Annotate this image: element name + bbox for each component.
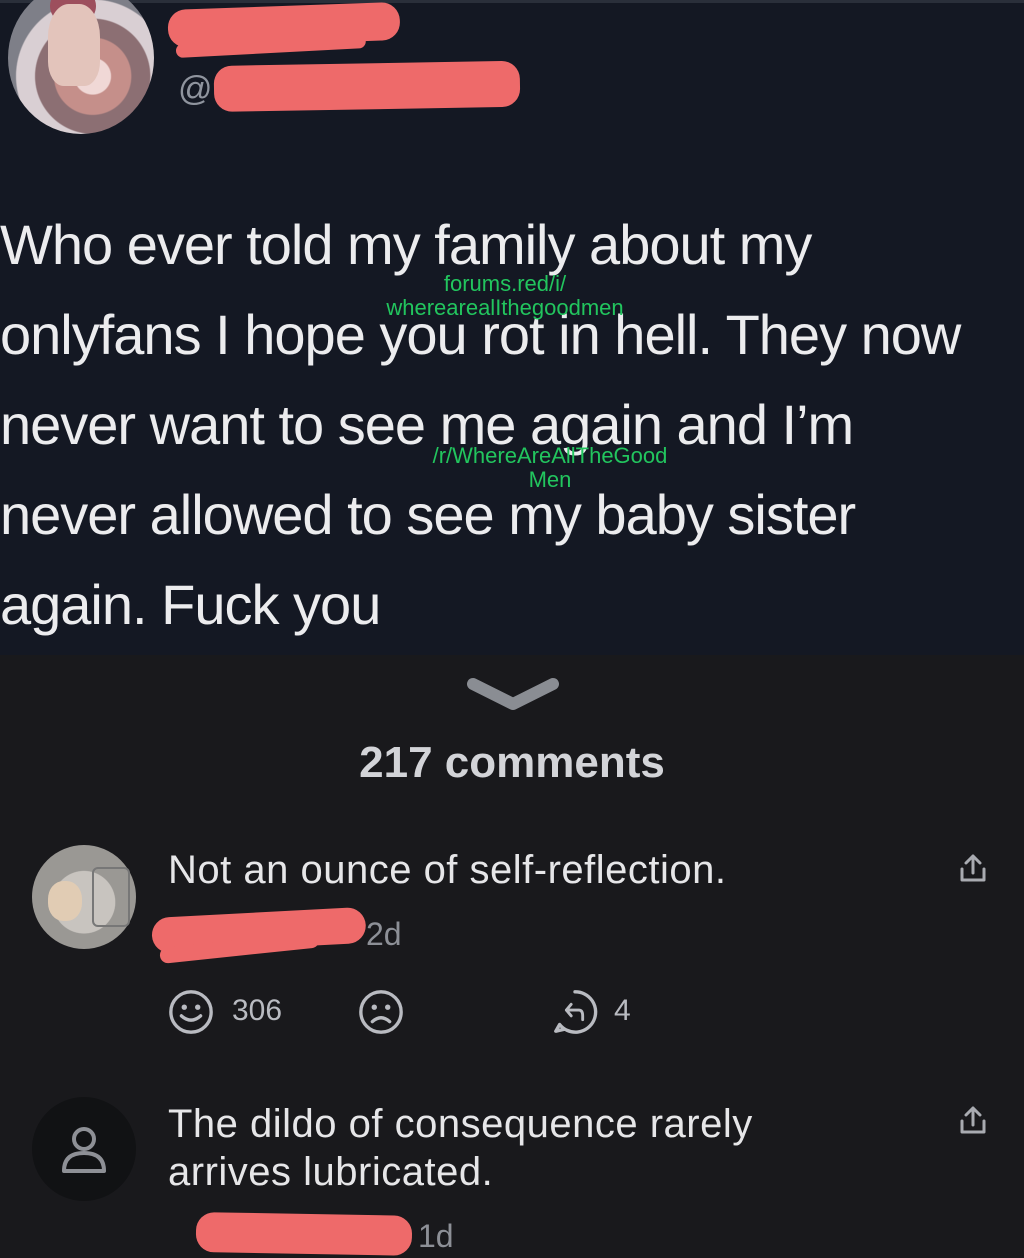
smile-icon[interactable] — [166, 988, 216, 1036]
post-author-avatar[interactable] — [8, 0, 154, 134]
reply-count: 4 — [614, 994, 631, 1027]
post-card: @ Who ever told my family about my onlyf… — [0, 0, 1024, 655]
comment-text: The dildo of consequence rarely arrives … — [168, 1102, 753, 1194]
watermark-forum: forums.red/i/ wherearealIthegoodmen — [386, 271, 624, 320]
post-handle-at: @ — [178, 70, 213, 108]
frown-icon[interactable] — [356, 988, 406, 1036]
like-count: 306 — [232, 994, 283, 1027]
commenter-avatar[interactable] — [32, 1097, 136, 1201]
share-icon[interactable] — [956, 852, 990, 886]
user-icon — [62, 1127, 106, 1173]
post-text: Who ever told my family about my onlyfan… — [0, 213, 961, 636]
comment-age: 1d — [418, 1218, 454, 1254]
watermark-subreddit: /r/WhereAreAllTheGood Men — [432, 443, 668, 492]
redacted-handle — [213, 60, 521, 112]
chevron-down-icon[interactable] — [467, 674, 559, 714]
comment-age: 2d — [366, 916, 402, 952]
commenter-avatar[interactable] — [32, 845, 136, 949]
share-icon[interactable] — [956, 1104, 990, 1138]
comments-count: 217 comments — [359, 738, 665, 787]
top-divider — [0, 0, 1024, 3]
reply-icon[interactable] — [550, 988, 600, 1036]
redacted-commenter-name — [195, 1212, 413, 1256]
comment-text: Not an ounce of self-reflection. — [168, 848, 727, 892]
